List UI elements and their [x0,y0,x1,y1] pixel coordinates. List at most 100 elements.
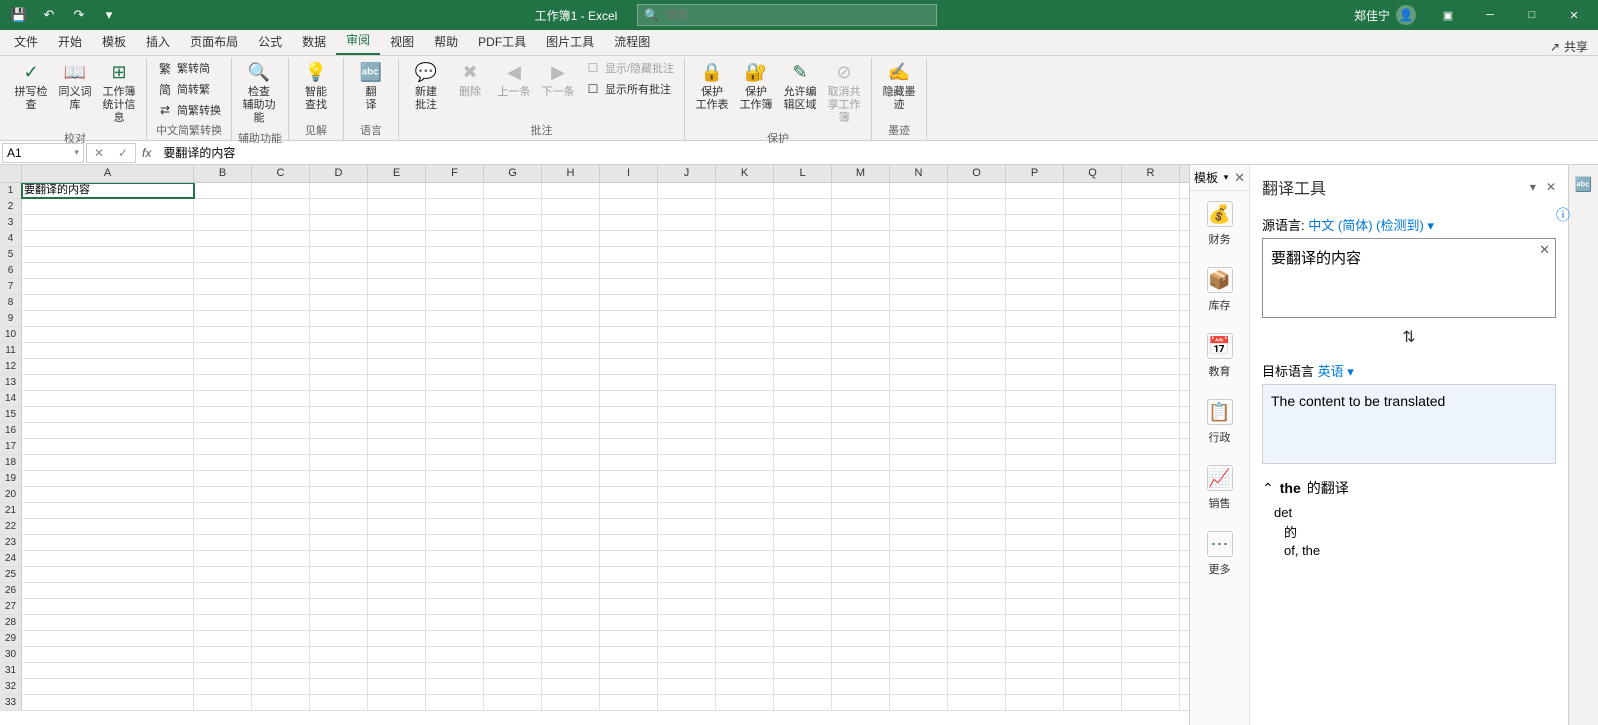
cell[interactable] [484,439,542,454]
cell[interactable] [368,471,426,486]
cell[interactable] [832,679,890,694]
ribbon-检查辅助功能-button[interactable]: 🔍检查辅助功能 [238,58,280,128]
cell[interactable] [252,183,310,198]
cell[interactable] [1064,567,1122,582]
cell[interactable] [774,679,832,694]
cell[interactable] [310,455,368,470]
cell[interactable] [716,567,774,582]
cell[interactable] [716,215,774,230]
cell[interactable] [774,663,832,678]
cell[interactable] [658,199,716,214]
cell[interactable] [310,695,368,710]
cell[interactable] [426,263,484,278]
cell[interactable] [310,615,368,630]
cell[interactable] [948,599,1006,614]
cell[interactable] [716,583,774,598]
cell[interactable] [948,375,1006,390]
cell[interactable] [774,295,832,310]
cell[interactable] [1006,311,1064,326]
cell[interactable] [484,311,542,326]
cell[interactable] [890,295,948,310]
cell[interactable] [542,231,600,246]
cell[interactable] [368,567,426,582]
cell[interactable] [1122,615,1180,630]
cell[interactable] [252,679,310,694]
cell[interactable] [716,391,774,406]
cell[interactable] [890,471,948,486]
cell[interactable] [484,519,542,534]
cell[interactable] [716,503,774,518]
cell[interactable] [600,327,658,342]
cell[interactable] [948,679,1006,694]
cell[interactable] [22,439,194,454]
cell[interactable] [600,231,658,246]
cell[interactable] [774,471,832,486]
cell[interactable] [310,647,368,662]
cell[interactable] [890,279,948,294]
cell[interactable] [716,199,774,214]
cell[interactable] [948,551,1006,566]
cell[interactable] [890,391,948,406]
cell[interactable] [194,583,252,598]
cell[interactable] [426,679,484,694]
cell[interactable] [368,247,426,262]
column-header[interactable]: C [252,165,310,182]
row-header[interactable]: 32 [0,679,22,694]
cell[interactable] [600,263,658,278]
ribbon-保护工作簿-button[interactable]: 🔐保护工作簿 [735,58,777,114]
cell[interactable] [252,231,310,246]
source-language-dropdown[interactable]: 中文 (简体) (检测到) ▾ [1308,218,1434,233]
cell[interactable] [1064,503,1122,518]
cell[interactable] [1006,279,1064,294]
cell[interactable] [774,615,832,630]
cell[interactable] [1064,535,1122,550]
cell[interactable] [716,247,774,262]
cell[interactable] [832,183,890,198]
cell[interactable] [194,615,252,630]
cell[interactable] [1064,583,1122,598]
cell[interactable] [774,247,832,262]
cell[interactable] [310,439,368,454]
cell[interactable] [890,183,948,198]
cell[interactable] [426,615,484,630]
cell[interactable] [484,407,542,422]
tab-公式[interactable]: 公式 [248,28,292,55]
ribbon-隐藏墨迹-button[interactable]: ✍隐藏墨迹 [878,58,920,114]
row-header[interactable]: 15 [0,407,22,422]
cell[interactable] [1122,551,1180,566]
cell[interactable] [658,455,716,470]
cell[interactable] [890,695,948,710]
cell[interactable] [600,471,658,486]
cell[interactable] [832,311,890,326]
cell[interactable] [1122,631,1180,646]
cell[interactable] [890,423,948,438]
cell[interactable] [194,439,252,454]
cell[interactable] [426,487,484,502]
cell[interactable] [194,359,252,374]
cell[interactable] [542,535,600,550]
cell[interactable] [194,231,252,246]
cell[interactable] [1064,407,1122,422]
cell[interactable] [484,247,542,262]
cell[interactable] [948,199,1006,214]
cell[interactable] [542,519,600,534]
cell[interactable] [22,375,194,390]
cell[interactable] [1122,647,1180,662]
row-header[interactable]: 18 [0,455,22,470]
cell[interactable] [774,519,832,534]
user-account[interactable]: 郑佳宁 👤 [1344,5,1426,25]
cell[interactable] [600,311,658,326]
cell[interactable] [658,695,716,710]
row-header[interactable]: 7 [0,279,22,294]
cell[interactable] [774,359,832,374]
cell[interactable] [890,679,948,694]
cell[interactable] [542,247,600,262]
cell[interactable] [368,263,426,278]
cell[interactable] [600,663,658,678]
cell[interactable] [542,263,600,278]
ribbon-允许编辑区域-button[interactable]: ✎允许编辑区域 [779,58,821,114]
template-item-库存[interactable]: 📦库存 [1190,257,1249,323]
cell[interactable] [310,535,368,550]
cell[interactable] [1006,439,1064,454]
cell[interactable] [890,663,948,678]
